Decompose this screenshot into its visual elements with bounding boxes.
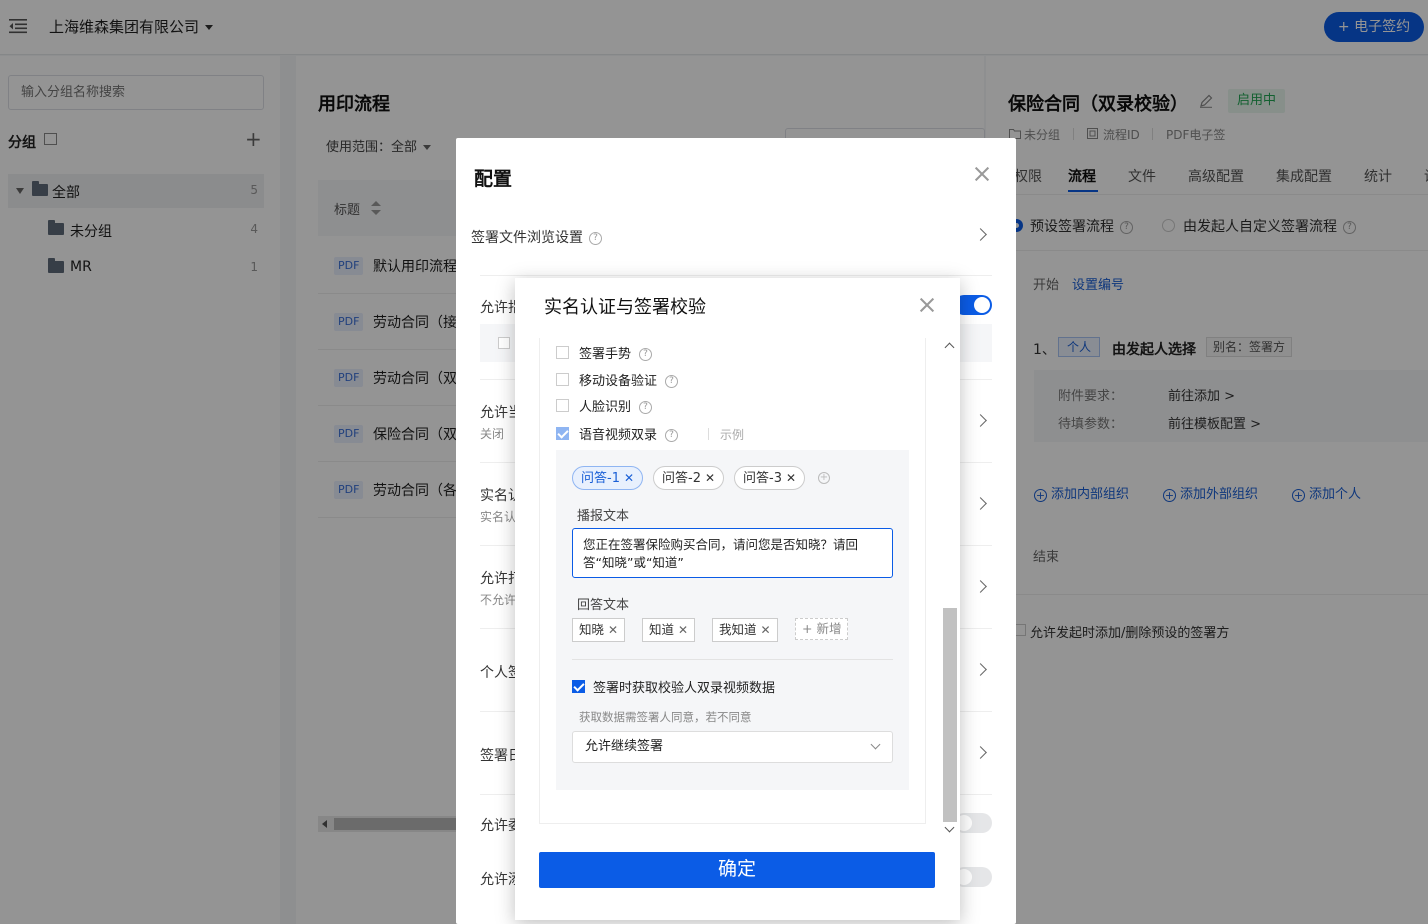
config-row-title: 签署文件浏览设置 (471, 230, 583, 246)
scroll-up-icon[interactable] (944, 342, 955, 353)
close-icon[interactable] (920, 298, 934, 312)
config-row-sub: 不允许 (480, 593, 517, 607)
divider (572, 659, 893, 660)
vertical-scrollbar[interactable] (942, 338, 958, 838)
answer-tag-label: 知晓 (579, 622, 605, 637)
question-tag-label: 问答-1 (581, 471, 620, 486)
chevron-down-icon (870, 739, 881, 750)
checkbox[interactable] (556, 373, 569, 386)
answer-label: 回答文本 (577, 598, 630, 613)
question-tag-label: 问答-3 (743, 471, 782, 486)
option-checkbox[interactable] (498, 337, 510, 349)
confirm-button[interactable]: 确定 (539, 852, 935, 888)
consent-select[interactable]: 允许继续签署 (572, 731, 893, 763)
option-text: 语音视频双录 (579, 428, 658, 443)
scroll-down-icon[interactable] (944, 822, 955, 833)
answer-tag[interactable]: 知晓 ✕ (572, 618, 626, 642)
checkbox[interactable] (556, 399, 569, 412)
add-question-icon[interactable]: + (818, 472, 830, 484)
option-label: 移动设备验证? (579, 370, 679, 389)
help-icon[interactable]: ? (589, 231, 602, 245)
verification-options: 签署手势? 移动设备验证? 人脸识别? 语音视频双录? 示例 问答-1 ✕ 问答-… (539, 338, 926, 824)
option-text: 签署手势 (579, 347, 632, 362)
close-icon[interactable]: ✕ (761, 623, 771, 637)
help-icon[interactable]: ? (639, 401, 653, 414)
answer-tag[interactable]: 知道 ✕ (642, 618, 696, 642)
close-icon[interactable]: ✕ (608, 623, 618, 637)
checkbox[interactable] (556, 346, 569, 359)
config-row-sub: 关闭 (480, 427, 505, 441)
help-icon[interactable]: ? (639, 348, 653, 361)
broadcast-textarea[interactable]: 您正在签署保险购买合同，请问您是否知晓？请回答“知晓”或“知道” (572, 528, 893, 578)
question-tag[interactable]: 问答-2 ✕ (653, 466, 725, 490)
option-av-dual-record[interactable]: 语音视频双录? 示例 (556, 423, 916, 443)
answer-tag-label: 我知道 (719, 622, 757, 637)
chevron-right-icon[interactable] (974, 580, 987, 593)
chevron-right-icon[interactable] (974, 663, 987, 676)
close-icon[interactable]: ✕ (678, 623, 688, 637)
dialog-title: 实名认证与签署校验 (544, 297, 706, 318)
option-label: 人脸识别? (579, 396, 653, 415)
help-icon[interactable]: ? (665, 375, 679, 388)
config-row-file-browse[interactable]: 签署文件浏览设置? (471, 227, 602, 247)
question-tag-active[interactable]: 问答-1 ✕ (572, 466, 644, 490)
option-text: 移动设备验证 (579, 374, 658, 389)
option-text: 人脸识别 (579, 400, 632, 415)
answer-tag[interactable]: 我知道 ✕ (712, 618, 778, 642)
config-row-sub: 实名认 (480, 510, 517, 524)
help-icon[interactable]: ? (665, 429, 679, 442)
checkbox-checked[interactable] (556, 427, 569, 440)
dual-record-config: 问答-1 ✕ 问答-2 ✕ 问答-3 ✕ + 播报文本 您正在签署保险购买合同，请问您… (556, 450, 909, 790)
chevron-right-icon[interactable] (974, 746, 987, 759)
fetch-video-hint: 获取数据需签署人同意，若不同意 (579, 710, 752, 724)
close-icon[interactable]: ✕ (705, 471, 715, 485)
checkbox-checked[interactable] (572, 680, 585, 693)
question-tag[interactable]: 问答-3 ✕ (734, 466, 806, 490)
question-tag-label: 问答-2 (662, 471, 701, 486)
divider (708, 428, 709, 440)
option-label: 签署手势? (579, 343, 653, 362)
add-answer-button[interactable]: + 新增 (795, 618, 849, 640)
broadcast-label: 播报文本 (577, 509, 630, 524)
verification-dialog: 实名认证与签署校验 签署手势? 移动设备验证? 人脸识别? 语音视频双录? 示例… (515, 278, 960, 920)
scrollbar-thumb[interactable] (943, 608, 957, 822)
close-icon[interactable]: ✕ (624, 471, 634, 485)
chevron-right-icon[interactable] (974, 228, 987, 241)
fetch-video-label: 签署时获取校验人双录视频数据 (593, 681, 776, 696)
option-label: 语音视频双录? (579, 424, 679, 443)
sample-link[interactable]: 示例 (720, 426, 744, 443)
answer-tag-label: 知道 (649, 622, 675, 637)
divider (480, 275, 992, 276)
close-icon[interactable] (975, 167, 989, 181)
chevron-right-icon[interactable] (974, 497, 987, 510)
consent-select-value: 允许继续签署 (585, 739, 664, 754)
chevron-right-icon[interactable] (974, 414, 987, 427)
close-icon[interactable]: ✕ (786, 471, 796, 485)
dialog-title: 配置 (474, 168, 513, 190)
